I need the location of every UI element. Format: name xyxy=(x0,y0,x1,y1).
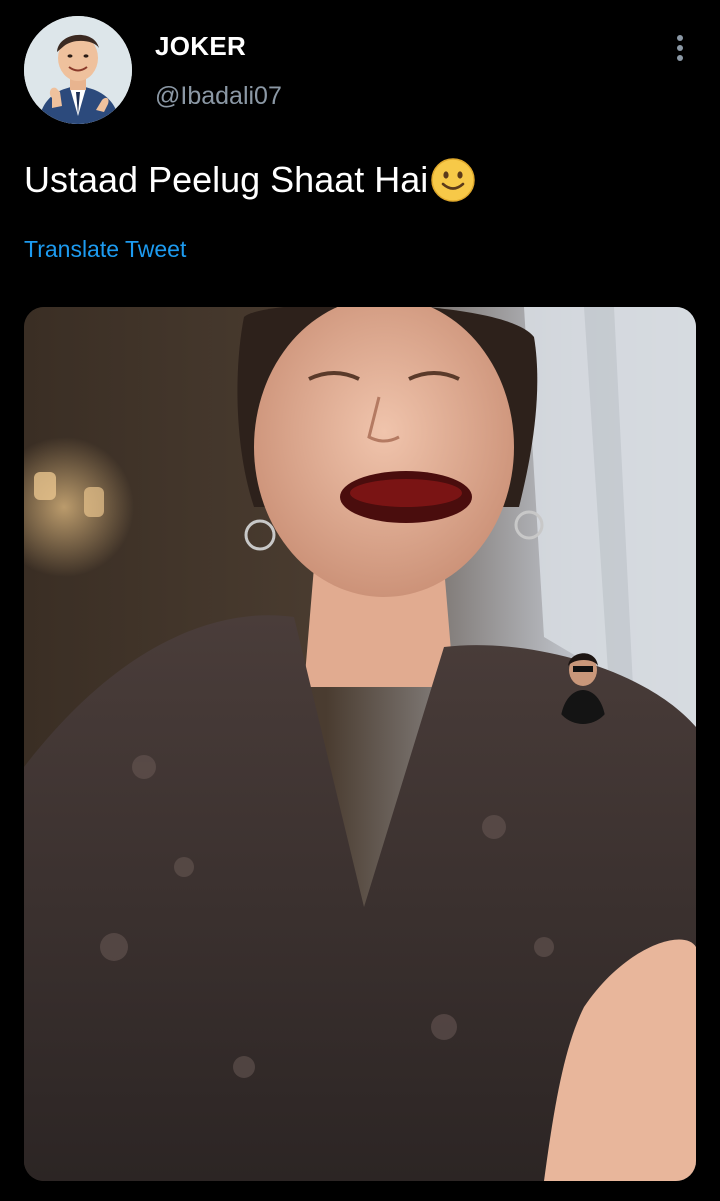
tweet-body: Ustaad Peelug Shaat Hai xyxy=(24,157,476,203)
tweet-card: JOKER @Ibadali07 Ustaad Peelug Shaat Hai… xyxy=(0,0,720,1201)
author-avatar[interactable] xyxy=(24,16,132,124)
more-vertical-icon xyxy=(677,35,683,61)
tweet-text: Ustaad Peelug Shaat Hai xyxy=(24,159,429,200)
translate-tweet-link[interactable]: Translate Tweet xyxy=(24,236,186,263)
person-sticker-avatar xyxy=(554,644,612,724)
more-options-button[interactable] xyxy=(662,30,698,66)
cartoon-avatar-icon xyxy=(24,16,132,124)
photo-image xyxy=(24,307,696,1181)
author-handle[interactable]: @Ibadali07 xyxy=(155,82,282,111)
author-display-name[interactable]: JOKER xyxy=(155,31,246,62)
slightly-smiling-face-icon xyxy=(430,157,476,203)
tweet-photo[interactable] xyxy=(24,307,696,1181)
